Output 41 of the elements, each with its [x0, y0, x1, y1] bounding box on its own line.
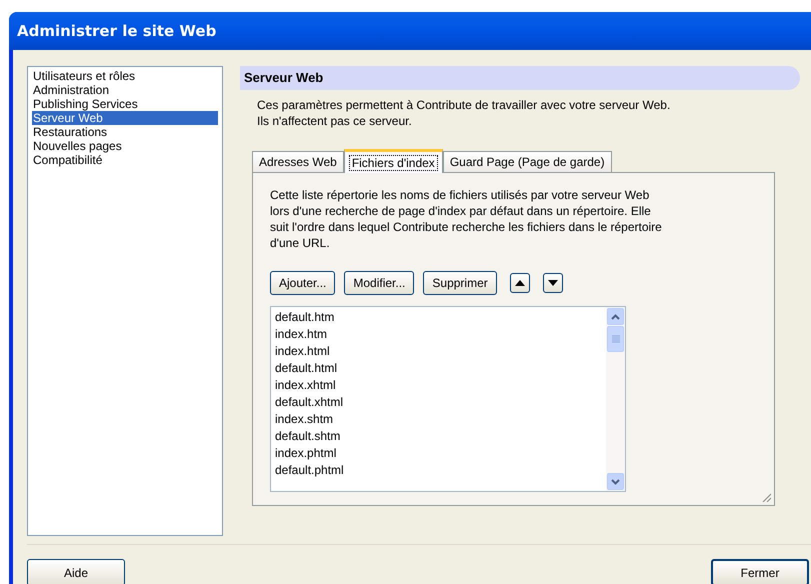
- tab[interactable]: Fichiers d'index: [344, 149, 443, 173]
- action-button[interactable]: Modifier...: [344, 271, 414, 295]
- category-item[interactable]: Restaurations: [32, 125, 218, 139]
- window-title: Administrer le site Web: [17, 20, 216, 42]
- up-triangle-icon: [514, 280, 525, 286]
- chevron-down-icon: [611, 478, 620, 484]
- category-item[interactable]: Nouvelles pages: [32, 139, 218, 153]
- grip-icon: [612, 335, 620, 343]
- scroll-down-button[interactable]: [607, 473, 624, 490]
- category-item[interactable]: Serveur Web: [32, 111, 218, 125]
- file-item[interactable]: default.phtml: [275, 462, 606, 479]
- file-item[interactable]: default.shtm: [275, 428, 606, 445]
- action-button[interactable]: Ajouter...: [270, 271, 336, 295]
- scroll-up-button[interactable]: [607, 308, 624, 325]
- file-item[interactable]: index.phtml: [275, 445, 606, 462]
- chevron-up-icon: [611, 314, 620, 320]
- tab-description: Cette liste répertorie les noms de fichiers utilisés par votre serveur Web lors d'une recherche de page d'index par défaut dans un répertoire. Elle suit l'ordre dans lequel Contribute recherche les fichiers dans le répertoire d'une URL.: [270, 187, 663, 251]
- category-item[interactable]: Publishing Services: [32, 97, 218, 111]
- category-item[interactable]: Administration: [32, 83, 218, 97]
- resize-grip-icon: [762, 493, 771, 502]
- section-description: Ces paramètres permettent à Contribute de travailler avec votre serveur Web. Ils n'affectent pas ce serveur.: [257, 97, 672, 129]
- file-item[interactable]: default.html: [275, 360, 606, 377]
- move-down-button[interactable]: [542, 273, 563, 293]
- move-up-button[interactable]: [510, 273, 530, 293]
- tab[interactable]: Adresses Web: [252, 151, 344, 172]
- down-triangle-icon: [548, 280, 558, 286]
- file-item[interactable]: index.shtm: [275, 411, 606, 428]
- close-button[interactable]: Fermer: [711, 559, 809, 584]
- category-item[interactable]: Utilisateurs et rôles: [32, 69, 218, 83]
- file-item[interactable]: default.htm: [275, 309, 606, 326]
- tab[interactable]: Guard Page (Page de garde): [442, 151, 612, 172]
- file-item[interactable]: default.xhtml: [275, 394, 606, 411]
- help-button[interactable]: Aide: [27, 559, 125, 584]
- scroll-thumb[interactable]: [607, 326, 624, 352]
- file-item[interactable]: index.xhtml: [275, 377, 606, 394]
- scrollbar[interactable]: [606, 307, 625, 491]
- category-item[interactable]: Compatibilité: [32, 153, 218, 167]
- action-button[interactable]: Supprimer: [423, 271, 497, 295]
- file-item[interactable]: index.htm: [275, 326, 606, 343]
- section-header: Serveur Web: [240, 66, 800, 90]
- file-item[interactable]: index.html: [275, 343, 606, 360]
